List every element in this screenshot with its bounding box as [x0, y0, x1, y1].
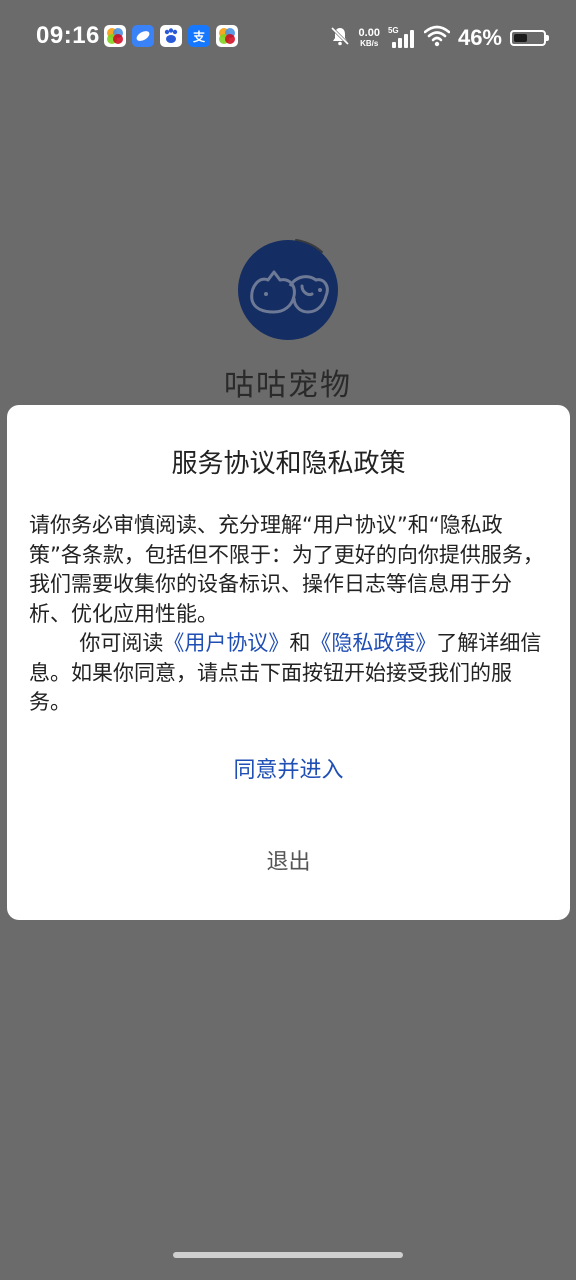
- cellular-signal-icon: 5G: [388, 26, 416, 50]
- alipay-icon: 支: [188, 25, 210, 47]
- status-time: 09:16: [36, 22, 100, 49]
- mute-bell-icon: [329, 25, 351, 51]
- battery-icon: [510, 30, 549, 46]
- agree-and-enter-button[interactable]: 同意并进入: [7, 741, 570, 801]
- pet-face-icon: [250, 270, 329, 314]
- privacy-policy-link[interactable]: 《隐私政策》: [310, 631, 436, 655]
- logo-circle: [238, 240, 338, 340]
- home-indicator-bar[interactable]: [173, 1252, 403, 1258]
- network-speed-unit: KB/s: [360, 39, 379, 48]
- multicolor-app-icon: [104, 25, 126, 47]
- wifi-icon: [423, 25, 451, 51]
- notification-app-icons: 支: [104, 25, 238, 47]
- dialog-paragraph-1: 请你务必审慎阅读、充分理解“用户协议”和“隐私政策”各条款，包括但不限于：为了更…: [29, 513, 544, 626]
- network-type-label: 5G: [387, 26, 399, 35]
- status-bar: 09:16 支 0.00 KB/s 5G 46%: [0, 0, 576, 76]
- app-name: 咕咕宠物: [224, 368, 352, 403]
- exit-button[interactable]: 退出: [7, 833, 570, 893]
- user-agreement-link[interactable]: 《用户协议》: [163, 631, 289, 655]
- baidu-icon: [160, 25, 182, 47]
- dialog-body: 请你务必审慎阅读、充分理解“用户协议”和“隐私政策”各条款，包括但不限于：为了更…: [29, 511, 551, 718]
- para2-prefix: 你可阅读: [79, 631, 164, 655]
- battery-percent: 46%: [457, 25, 502, 50]
- battery-level-fill: [514, 34, 527, 42]
- blue-app-icon: [132, 25, 154, 47]
- para2-and: 和: [289, 631, 311, 655]
- dialog-paragraph-2: 你可阅读《用户协议》和《隐私政策》了解详细信息。如果你同意，请点击下面按钮开始接…: [29, 629, 551, 718]
- app-logo: [236, 238, 340, 342]
- status-indicators: 0.00 KB/s 5G 46%: [329, 20, 549, 56]
- multicolor-app-icon: [216, 25, 238, 47]
- network-speed: 0.00 KB/s: [359, 27, 380, 49]
- privacy-dialog: 服务协议和隐私政策 请你务必审慎阅读、充分理解“用户协议”和“隐私政策”各条款，…: [7, 405, 570, 920]
- network-speed-value: 0.00: [358, 27, 380, 39]
- dialog-title: 服务协议和隐私政策: [171, 449, 406, 479]
